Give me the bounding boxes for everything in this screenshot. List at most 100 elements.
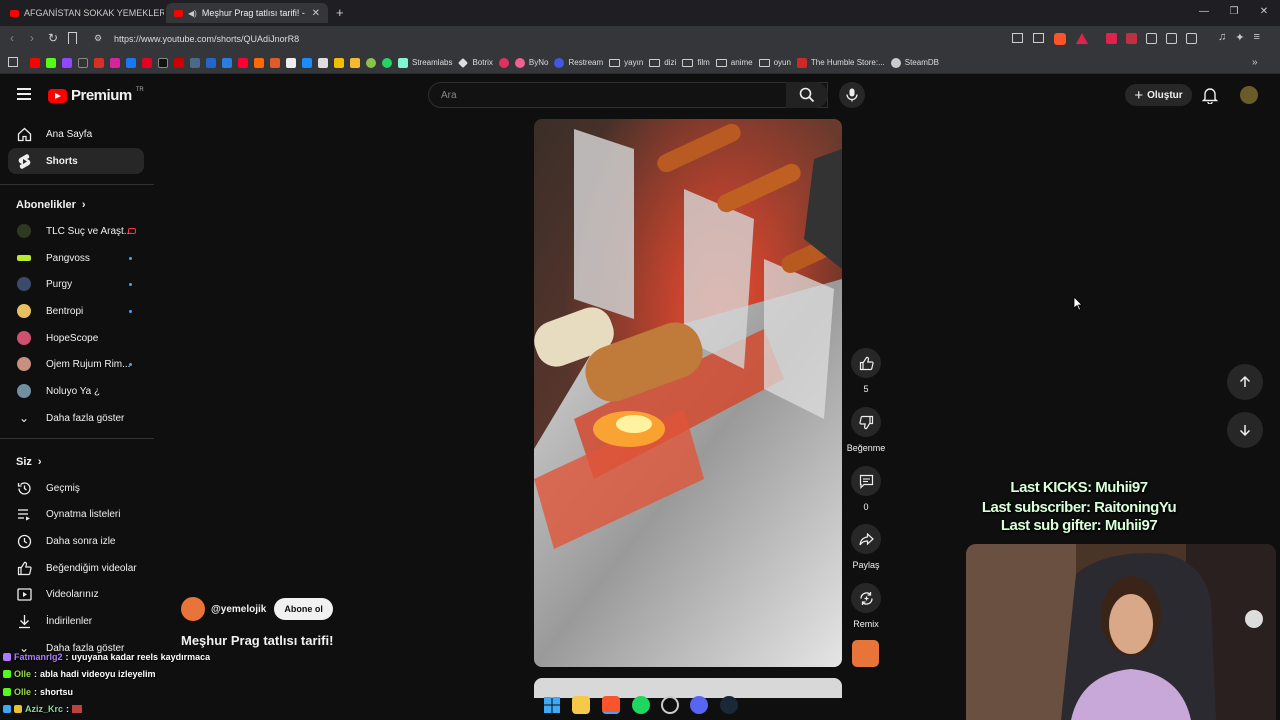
- bookmark-pinterest-icon[interactable]: [142, 57, 152, 68]
- bookmark-icon[interactable]: [206, 57, 216, 68]
- previous-short-button[interactable]: [1227, 364, 1263, 400]
- bookmark-icon[interactable]: [238, 57, 248, 68]
- youtube-premium-logo[interactable]: Premium TR: [48, 87, 144, 104]
- short-video-player[interactable]: [534, 119, 842, 667]
- bookmark-icon[interactable]: [68, 32, 77, 44]
- bookmark-folder-film[interactable]: film: [682, 58, 710, 67]
- bookmark-humble-store[interactable]: The Humble Store:...: [796, 57, 885, 68]
- remix-button[interactable]: [851, 583, 881, 613]
- sidebar-toggle-icon[interactable]: [1186, 33, 1197, 44]
- bookmark-youtube-icon[interactable]: [30, 57, 40, 68]
- sidebar-item-shorts[interactable]: Shorts: [8, 148, 144, 174]
- bookmark-folder-anime[interactable]: anime: [715, 58, 753, 67]
- steam-icon[interactable]: [720, 696, 738, 714]
- bookmark-streamlabs[interactable]: Streamlabs: [398, 57, 452, 68]
- url-field[interactable]: ⚙ https://www.youtube.com/shorts/QUAdiJn…: [86, 30, 1006, 48]
- channel-avatar[interactable]: [181, 597, 205, 621]
- bookmark-kick-icon[interactable]: [46, 57, 56, 68]
- bookmark-steamdb[interactable]: SteamDB: [890, 57, 939, 68]
- sidebar-item-liked-videos[interactable]: Beğendiğim videolar: [8, 555, 144, 581]
- bookmark-icon[interactable]: [286, 57, 296, 68]
- account-avatar[interactable]: [1240, 86, 1258, 104]
- bookmark-folder-yayin[interactable]: yayın: [609, 58, 643, 67]
- forward-icon[interactable]: ›: [30, 31, 34, 45]
- show-more-subscriptions[interactable]: ⌄ Daha fazla göster: [8, 405, 144, 431]
- brave-rewards-icon[interactable]: [1076, 33, 1088, 44]
- spotify-icon[interactable]: [632, 696, 650, 714]
- share-page-icon[interactable]: [1033, 33, 1044, 43]
- extension-gmail-icon[interactable]: [1106, 33, 1117, 44]
- close-tab-icon[interactable]: ✕: [312, 8, 320, 19]
- you-heading[interactable]: Siz ›: [16, 456, 42, 468]
- extensions-puzzle-icon[interactable]: [1166, 33, 1177, 44]
- sidebar-item-watch-later[interactable]: Daha sonra izle: [8, 528, 144, 554]
- create-button[interactable]: + Oluştur: [1125, 84, 1192, 106]
- subscription-item[interactable]: TLC Suç ve Araşt...: [8, 218, 144, 244]
- share-button[interactable]: [851, 524, 881, 554]
- bookmark-twitch-icon[interactable]: [62, 57, 72, 68]
- extension-icon[interactable]: [1126, 33, 1137, 44]
- back-icon[interactable]: ‹: [10, 31, 14, 45]
- maximize-icon[interactable]: ❐: [1226, 6, 1242, 20]
- apps-grid-icon[interactable]: [8, 57, 18, 67]
- search-button[interactable]: [786, 82, 828, 108]
- subscriptions-heading[interactable]: Abonelikler ›: [16, 199, 86, 211]
- comments-button[interactable]: [851, 466, 881, 496]
- bookmark-icon[interactable]: [334, 57, 344, 68]
- bookmark-restream[interactable]: Restream: [554, 57, 603, 68]
- new-tab-button[interactable]: +: [336, 5, 344, 20]
- sidebar-item-downloads[interactable]: İndirilenler: [8, 608, 144, 634]
- voice-search-button[interactable]: [839, 82, 865, 108]
- discord-icon[interactable]: [690, 696, 708, 714]
- like-button[interactable]: [851, 348, 881, 378]
- bookmark-binance-icon[interactable]: [350, 57, 360, 68]
- bookmark-folder-oyun[interactable]: oyun: [758, 58, 791, 67]
- brave-shield-icon[interactable]: [1054, 33, 1066, 45]
- bookmark-icon[interactable]: [190, 57, 200, 68]
- subscription-item[interactable]: HopeScope: [8, 325, 144, 351]
- minimize-icon[interactable]: —: [1196, 6, 1212, 20]
- bookmark-icon[interactable]: [302, 57, 312, 68]
- sidebar-item-your-videos[interactable]: Videolarınız: [8, 581, 144, 607]
- next-short-preview[interactable]: [534, 678, 842, 698]
- sound-thumbnail[interactable]: [852, 640, 879, 667]
- reload-icon[interactable]: ↻: [48, 31, 58, 45]
- file-explorer-icon[interactable]: [572, 696, 590, 714]
- cast-icon[interactable]: [1012, 33, 1023, 43]
- bookmark-gmail-icon[interactable]: [94, 57, 104, 68]
- bookmark-icon[interactable]: [222, 57, 232, 68]
- bookmark-botrix[interactable]: Botrix: [458, 57, 493, 68]
- bookmark-whatsapp-icon[interactable]: [382, 57, 392, 68]
- sidebar-item-playlists[interactable]: Oynatma listeleri: [8, 501, 144, 527]
- sidebar-item-home[interactable]: Ana Sayfa: [8, 121, 144, 147]
- windows-start-icon[interactable]: [543, 696, 561, 714]
- bookmark-icon[interactable]: [318, 57, 328, 68]
- hamburger-menu-icon[interactable]: [17, 88, 31, 100]
- channel-handle[interactable]: @yemelojik: [211, 604, 266, 615]
- notifications-button[interactable]: [1201, 87, 1219, 107]
- subscription-item[interactable]: Pangvoss: [8, 245, 144, 271]
- subscription-item[interactable]: Noluyo Ya ¿: [8, 378, 144, 404]
- bookmark-icon[interactable]: [366, 57, 376, 68]
- bookmark-instagram-icon[interactable]: [110, 57, 120, 68]
- subscribe-button[interactable]: Abone ol: [274, 598, 333, 620]
- bookmark-folder-dizi[interactable]: dizi: [649, 58, 676, 67]
- subscription-item[interactable]: Ojem Rujum Rim...: [8, 351, 144, 377]
- leo-ai-icon[interactable]: ✦: [1235, 31, 1244, 44]
- bookmark-facebook-icon[interactable]: [126, 57, 136, 68]
- close-window-icon[interactable]: ✕: [1256, 6, 1272, 20]
- bookmark-icon[interactable]: [254, 57, 264, 68]
- bookmark-icon[interactable]: [174, 57, 184, 68]
- bookmark-x-icon[interactable]: [78, 57, 88, 68]
- extension-icon[interactable]: [1146, 33, 1157, 44]
- obs-icon[interactable]: [661, 696, 679, 714]
- bookmark-icon[interactable]: [498, 57, 509, 68]
- bookmark-tiktok-icon[interactable]: [158, 57, 168, 68]
- bookmark-icon[interactable]: [270, 57, 280, 68]
- music-icon[interactable]: ♫: [1218, 31, 1226, 44]
- subscription-item[interactable]: Purgy: [8, 271, 144, 297]
- search-input[interactable]: Ara: [428, 82, 828, 108]
- bookmark-byno[interactable]: ByNo: [514, 57, 548, 68]
- sidebar-item-history[interactable]: Geçmiş: [8, 475, 144, 501]
- next-short-button[interactable]: [1227, 412, 1263, 448]
